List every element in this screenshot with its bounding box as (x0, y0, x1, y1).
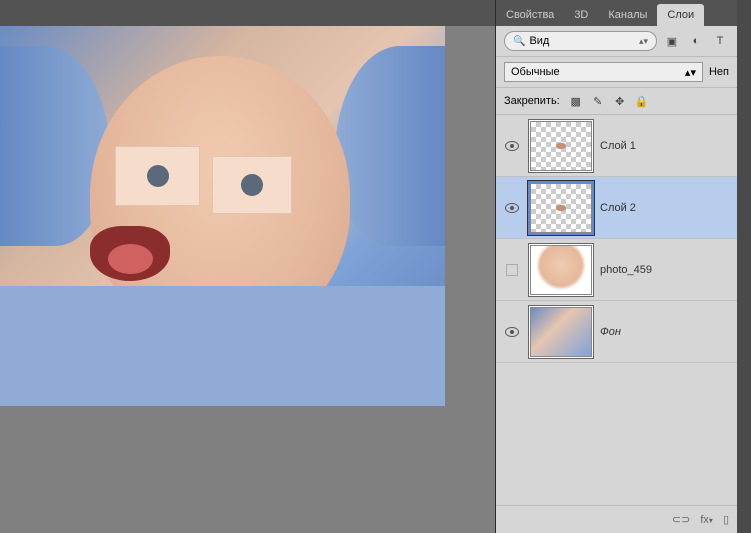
layer-row[interactable]: Фон (496, 301, 737, 363)
layer-filter-row: Вид ▴▾ ▣ ◐ T (496, 26, 737, 57)
layer-row[interactable]: Слой 2 (496, 177, 737, 239)
link-layers-icon[interactable]: ⊂⊃ (672, 513, 690, 526)
layer-thumbnail[interactable] (530, 183, 592, 233)
layer-name[interactable]: Слой 1 (600, 140, 636, 152)
visibility-empty-icon[interactable] (506, 264, 518, 276)
filter-label: Вид (529, 35, 549, 47)
lock-label: Закрепить: (504, 95, 560, 107)
visibility-eye-icon[interactable] (505, 141, 519, 151)
tab-3d[interactable]: 3D (564, 4, 598, 26)
layer-name[interactable]: Слой 2 (600, 202, 636, 214)
dropdown-arrows-icon: ▴▾ (639, 36, 648, 47)
filter-adjustment-icon[interactable]: ◐ (687, 32, 705, 50)
layer-name[interactable]: Фон (600, 326, 621, 338)
blend-mode-select[interactable]: Обычные ▴▾ (504, 62, 703, 82)
tab-properties[interactable]: Свойства (496, 4, 564, 26)
filter-image-icon[interactable]: ▣ (663, 32, 681, 50)
dropdown-arrows-icon: ▴▾ (685, 66, 696, 79)
pasted-eye-patch-right (212, 156, 292, 214)
layer-filter-select[interactable]: Вид ▴▾ (504, 31, 657, 51)
tab-channels[interactable]: Каналы (598, 4, 657, 26)
image-viewport[interactable] (0, 26, 495, 533)
canvas-top-bar (0, 0, 495, 26)
layer-thumbnail[interactable] (530, 245, 592, 295)
lock-row: Закрепить: ▩ ✎ ✥ 🔒 (496, 88, 737, 115)
tab-layers[interactable]: Слои (657, 4, 704, 26)
lock-transparency-icon[interactable]: ▩ (568, 93, 584, 109)
panel-footer: ⊂⊃ fx▾ ▯ (496, 505, 737, 533)
blend-mode-value: Обычные (511, 66, 560, 78)
layer-effects-icon[interactable]: fx▾ (700, 514, 713, 526)
canvas-area (0, 0, 495, 533)
layer-name[interactable]: photo_459 (600, 264, 652, 276)
lock-all-icon[interactable]: 🔒 (634, 93, 650, 109)
layer-row[interactable]: Слой 1 (496, 115, 737, 177)
opacity-label: Неп (709, 66, 729, 78)
collapsed-panel-strip[interactable] (737, 0, 751, 533)
layer-row[interactable]: photo_459 (496, 239, 737, 301)
lock-pixels-icon[interactable]: ✎ (590, 93, 606, 109)
pasted-eye-patch-left (115, 146, 200, 206)
visibility-eye-icon[interactable] (505, 327, 519, 337)
filter-type-icon[interactable]: T (711, 32, 729, 50)
visibility-eye-icon[interactable] (505, 203, 519, 213)
layers-panel: Свойства 3D Каналы Слои Вид ▴▾ ▣ ◐ T Обы… (495, 0, 737, 533)
layers-list: Слой 1 Слой 2 photo_459 Фон (496, 115, 737, 505)
layer-thumbnail[interactable] (530, 307, 592, 357)
panel-tabs: Свойства 3D Каналы Слои (496, 0, 737, 26)
search-icon (513, 35, 525, 47)
blend-mode-row: Обычные ▴▾ Неп (496, 57, 737, 88)
document-image[interactable] (0, 26, 445, 406)
more-icon[interactable]: ▯ (723, 513, 729, 526)
layer-thumbnail[interactable] (530, 121, 592, 171)
lock-position-icon[interactable]: ✥ (612, 93, 628, 109)
